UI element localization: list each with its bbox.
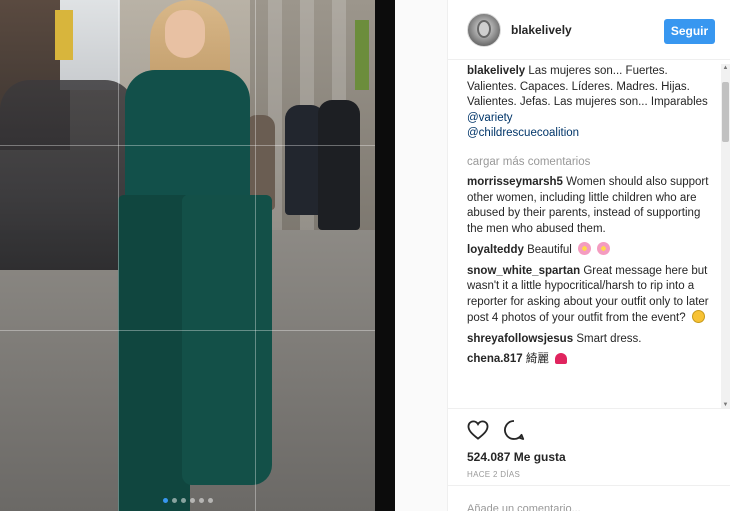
flower-emoji-icon — [578, 242, 592, 255]
arrow-up-icon[interactable]: ▲ — [722, 64, 729, 72]
carousel-dot[interactable] — [172, 498, 177, 503]
grid-line — [118, 0, 119, 511]
grid-line — [255, 0, 256, 511]
post-photo[interactable] — [0, 0, 447, 511]
photographer — [318, 100, 360, 230]
action-icons — [467, 418, 730, 442]
comment-icon[interactable] — [503, 419, 525, 441]
load-more-comments[interactable]: cargar más comentarios — [467, 155, 717, 171]
grid-line — [0, 145, 375, 146]
street-sign-green — [355, 20, 369, 90]
comment-item: morrisseymarsh5 Women should also suppor… — [467, 175, 717, 237]
comment-username[interactable]: snow_white_spartan — [467, 265, 580, 277]
mention-link[interactable]: @childrescuecoalition — [467, 127, 579, 139]
post-header: blakelively Seguir — [448, 0, 730, 60]
heart-emoji-icon — [555, 353, 568, 364]
post-timestamp: HACE 2 DÍAS — [467, 470, 521, 479]
scroll-thumb[interactable] — [722, 82, 729, 142]
carousel-dot[interactable] — [208, 498, 213, 503]
heart-icon[interactable] — [467, 419, 489, 441]
comment-username[interactable]: chena.817 — [467, 353, 523, 365]
like-count[interactable]: 524.087 Me gusta — [467, 450, 730, 464]
comment-username[interactable]: morrisseymarsh5 — [467, 176, 563, 188]
flower-emoji-icon — [597, 242, 611, 255]
subject-pants-left — [118, 195, 190, 511]
photo-border — [375, 0, 395, 511]
subject-pants-right — [182, 195, 272, 485]
carousel-dot[interactable] — [163, 498, 168, 503]
caption-username[interactable]: blakelively — [467, 65, 525, 77]
street-sign-yellow — [55, 10, 73, 60]
subject-face — [165, 10, 205, 58]
carousel-dot[interactable] — [181, 498, 186, 503]
avatar[interactable] — [467, 12, 501, 47]
comment-text: Beautiful — [527, 244, 572, 256]
subject-jacket — [125, 70, 250, 210]
comments-list: blakelively Las mujeres son... Fuertes. … — [467, 64, 717, 409]
grid-line — [0, 330, 375, 331]
comment-item: snow_white_spartan Great message here bu… — [467, 264, 717, 327]
post-panel: blakelively Seguir blakelively Las mujer… — [447, 0, 730, 511]
carousel-dot[interactable] — [190, 498, 195, 503]
comment-item: loyalteddy Beautiful — [467, 242, 717, 259]
add-comment-section — [448, 485, 730, 511]
comment-username[interactable]: shreyafollowsjesus — [467, 333, 573, 345]
comment-text: 綺麗 — [525, 353, 549, 365]
comment-item: chena.817 綺麗 — [467, 352, 717, 368]
photo-margin — [395, 0, 447, 511]
comment-text: Smart dress. — [576, 332, 642, 345]
comment-input[interactable] — [467, 503, 707, 511]
header-username[interactable]: blakelively — [511, 23, 572, 37]
post-caption: blakelively Las mujeres son... Fuertes. … — [467, 64, 717, 142]
comment-username[interactable]: loyalteddy — [467, 244, 524, 256]
comment-item: shreyafollowsjesus Smart dress. — [467, 332, 717, 348]
comments-scrollbar[interactable]: ▲ ▼ — [721, 64, 730, 409]
carousel-dot[interactable] — [199, 498, 204, 503]
thinking-emoji-icon — [691, 310, 705, 323]
follow-button[interactable]: Seguir — [664, 19, 715, 44]
subject-figure — [110, 0, 285, 511]
mention-link[interactable]: @variety — [467, 112, 513, 124]
post-actions: 524.087 Me gusta HACE 2 DÍAS — [448, 408, 730, 479]
carousel-indicator — [163, 498, 213, 503]
